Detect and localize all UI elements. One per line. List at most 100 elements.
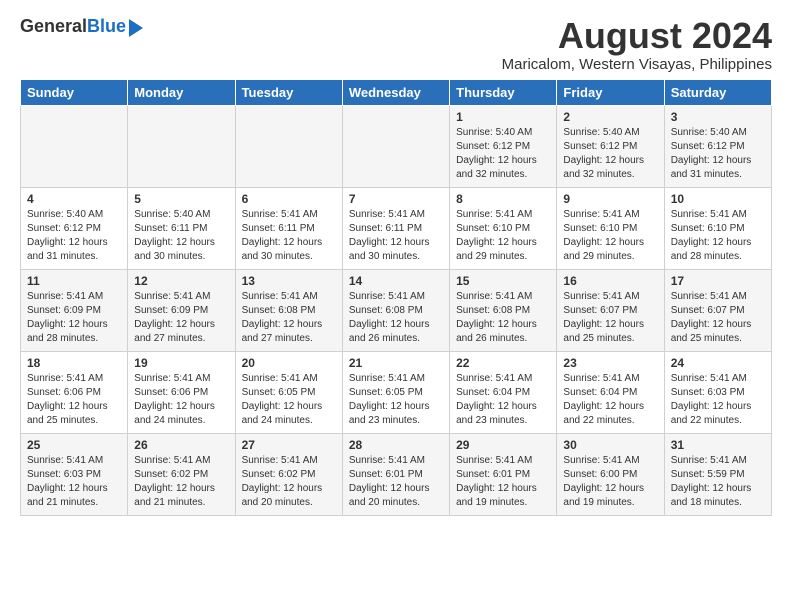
- day-cell: 16 Sunrise: 5:41 AM Sunset: 6:07 PM Dayli…: [557, 269, 664, 351]
- day-info: Sunrise: 5:41 AM Sunset: 6:07 PM Dayligh…: [563, 290, 657, 346]
- day-number: 21: [349, 356, 443, 370]
- day-info: Sunrise: 5:41 AM Sunset: 6:06 PM Dayligh…: [134, 372, 228, 428]
- day-info: Sunrise: 5:41 AM Sunset: 6:03 PM Dayligh…: [671, 372, 765, 428]
- logo-general: General: [20, 16, 87, 37]
- day-info: Sunrise: 5:40 AM Sunset: 6:12 PM Dayligh…: [27, 208, 121, 264]
- day-cell: 2 Sunrise: 5:40 AM Sunset: 6:12 PM Daylig…: [557, 105, 664, 187]
- day-number: 16: [563, 274, 657, 288]
- day-number: 13: [242, 274, 336, 288]
- day-cell: 17 Sunrise: 5:41 AM Sunset: 6:07 PM Dayli…: [664, 269, 771, 351]
- header-cell-monday: Monday: [128, 79, 235, 105]
- day-cell: 13 Sunrise: 5:41 AM Sunset: 6:08 PM Dayli…: [235, 269, 342, 351]
- day-number: 9: [563, 192, 657, 206]
- day-cell: 20Sunrise: 5:41 AM Sunset: 6:05 PM Dayli…: [235, 351, 342, 433]
- day-number: 30: [563, 438, 657, 452]
- day-info: Sunrise: 5:40 AM Sunset: 6:12 PM Dayligh…: [456, 126, 550, 182]
- day-number: 10: [671, 192, 765, 206]
- day-number: 1: [456, 110, 550, 124]
- day-number: 14: [349, 274, 443, 288]
- day-cell: 3 Sunrise: 5:40 AM Sunset: 6:12 PM Daylig…: [664, 105, 771, 187]
- day-number: 12: [134, 274, 228, 288]
- day-info: Sunrise: 5:41 AM Sunset: 6:10 PM Dayligh…: [563, 208, 657, 264]
- day-info: Sunrise: 5:41 AM Sunset: 6:09 PM Dayligh…: [27, 290, 121, 346]
- day-info: Sunrise: 5:41 AM Sunset: 6:02 PM Dayligh…: [134, 454, 228, 510]
- logo-blue: Blue: [87, 16, 126, 37]
- day-cell: 26Sunrise: 5:41 AM Sunset: 6:02 PM Dayli…: [128, 433, 235, 515]
- day-cell: 5 Sunrise: 5:40 AM Sunset: 6:11 PM Daylig…: [128, 187, 235, 269]
- month-year-title: August 2024: [502, 16, 772, 56]
- day-number: 24: [671, 356, 765, 370]
- page: General Blue August 2024 Maricalom, West…: [0, 0, 792, 526]
- day-cell: 22 Sunrise: 5:41 AM Sunset: 6:04 PM Dayli…: [450, 351, 557, 433]
- day-number: 6: [242, 192, 336, 206]
- day-info: Sunrise: 5:41 AM Sunset: 6:00 PM Dayligh…: [563, 454, 657, 510]
- day-info: Sunrise: 5:41 AM Sunset: 6:06 PM Dayligh…: [27, 372, 121, 428]
- day-info: Sunrise: 5:41 AM Sunset: 6:01 PM Dayligh…: [349, 454, 443, 510]
- day-cell: 30 Sunrise: 5:41 AM Sunset: 6:00 PM Dayli…: [557, 433, 664, 515]
- day-info: Sunrise: 5:41 AM Sunset: 6:05 PM Dayligh…: [349, 372, 443, 428]
- day-info: Sunrise: 5:41 AM Sunset: 6:08 PM Dayligh…: [242, 290, 336, 346]
- logo-text: General Blue: [20, 16, 143, 37]
- day-cell: 29Sunrise: 5:41 AM Sunset: 6:01 PM Dayli…: [450, 433, 557, 515]
- day-number: 28: [349, 438, 443, 452]
- day-number: 7: [349, 192, 443, 206]
- day-info: Sunrise: 5:41 AM Sunset: 6:05 PM Dayligh…: [242, 372, 336, 428]
- day-number: 3: [671, 110, 765, 124]
- day-info: Sunrise: 5:41 AM Sunset: 6:11 PM Dayligh…: [349, 208, 443, 264]
- header-cell-thursday: Thursday: [450, 79, 557, 105]
- day-cell: 1 Sunrise: 5:40 AM Sunset: 6:12 PM Daylig…: [450, 105, 557, 187]
- day-cell: [128, 105, 235, 187]
- day-number: 4: [27, 192, 121, 206]
- header-row: SundayMondayTuesdayWednesdayThursdayFrid…: [21, 79, 772, 105]
- week-row-4: 18 Sunrise: 5:41 AM Sunset: 6:06 PM Dayli…: [21, 351, 772, 433]
- day-info: Sunrise: 5:41 AM Sunset: 6:02 PM Dayligh…: [242, 454, 336, 510]
- week-row-3: 11 Sunrise: 5:41 AM Sunset: 6:09 PM Dayli…: [21, 269, 772, 351]
- calendar-header: SundayMondayTuesdayWednesdayThursdayFrid…: [21, 79, 772, 105]
- header: General Blue August 2024 Maricalom, West…: [20, 16, 772, 73]
- day-cell: 28 Sunrise: 5:41 AM Sunset: 6:01 PM Dayli…: [342, 433, 449, 515]
- day-info: Sunrise: 5:40 AM Sunset: 6:12 PM Dayligh…: [563, 126, 657, 182]
- day-cell: 19 Sunrise: 5:41 AM Sunset: 6:06 PM Dayli…: [128, 351, 235, 433]
- day-cell: 18 Sunrise: 5:41 AM Sunset: 6:06 PM Dayli…: [21, 351, 128, 433]
- day-info: Sunrise: 5:41 AM Sunset: 6:08 PM Dayligh…: [456, 290, 550, 346]
- day-info: Sunrise: 5:41 AM Sunset: 6:01 PM Dayligh…: [456, 454, 550, 510]
- day-number: 17: [671, 274, 765, 288]
- header-cell-sunday: Sunday: [21, 79, 128, 105]
- day-info: Sunrise: 5:41 AM Sunset: 6:11 PM Dayligh…: [242, 208, 336, 264]
- day-info: Sunrise: 5:40 AM Sunset: 6:11 PM Dayligh…: [134, 208, 228, 264]
- day-cell: 8 Sunrise: 5:41 AM Sunset: 6:10 PM Daylig…: [450, 187, 557, 269]
- day-number: 18: [27, 356, 121, 370]
- day-number: 11: [27, 274, 121, 288]
- day-cell: 15Sunrise: 5:41 AM Sunset: 6:08 PM Dayli…: [450, 269, 557, 351]
- day-number: 31: [671, 438, 765, 452]
- week-row-1: 1 Sunrise: 5:40 AM Sunset: 6:12 PM Daylig…: [21, 105, 772, 187]
- day-cell: 25 Sunrise: 5:41 AM Sunset: 6:03 PM Dayli…: [21, 433, 128, 515]
- day-number: 25: [27, 438, 121, 452]
- day-cell: 6 Sunrise: 5:41 AM Sunset: 6:11 PM Daylig…: [235, 187, 342, 269]
- day-info: Sunrise: 5:41 AM Sunset: 6:03 PM Dayligh…: [27, 454, 121, 510]
- day-cell: 7 Sunrise: 5:41 AM Sunset: 6:11 PM Daylig…: [342, 187, 449, 269]
- day-number: 8: [456, 192, 550, 206]
- day-info: Sunrise: 5:41 AM Sunset: 6:07 PM Dayligh…: [671, 290, 765, 346]
- day-cell: 9 Sunrise: 5:41 AM Sunset: 6:10 PM Daylig…: [557, 187, 664, 269]
- day-cell: 31 Sunrise: 5:41 AM Sunset: 5:59 PM Dayli…: [664, 433, 771, 515]
- day-cell: 24 Sunrise: 5:41 AM Sunset: 6:03 PM Dayli…: [664, 351, 771, 433]
- day-cell: 14Sunrise: 5:41 AM Sunset: 6:08 PM Dayli…: [342, 269, 449, 351]
- day-info: Sunrise: 5:41 AM Sunset: 6:10 PM Dayligh…: [456, 208, 550, 264]
- day-number: 5: [134, 192, 228, 206]
- title-section: August 2024 Maricalom, Western Visayas, …: [502, 16, 772, 73]
- day-number: 22: [456, 356, 550, 370]
- day-info: Sunrise: 5:40 AM Sunset: 6:12 PM Dayligh…: [671, 126, 765, 182]
- day-info: Sunrise: 5:41 AM Sunset: 5:59 PM Dayligh…: [671, 454, 765, 510]
- day-cell: 23Sunrise: 5:41 AM Sunset: 6:04 PM Dayli…: [557, 351, 664, 433]
- day-number: 2: [563, 110, 657, 124]
- header-cell-friday: Friday: [557, 79, 664, 105]
- logo: General Blue: [20, 16, 143, 37]
- day-info: Sunrise: 5:41 AM Sunset: 6:04 PM Dayligh…: [456, 372, 550, 428]
- logo-arrow-icon: [129, 19, 143, 37]
- day-cell: 4 Sunrise: 5:40 AM Sunset: 6:12 PM Daylig…: [21, 187, 128, 269]
- day-cell: [21, 105, 128, 187]
- header-cell-saturday: Saturday: [664, 79, 771, 105]
- day-number: 19: [134, 356, 228, 370]
- day-number: 23: [563, 356, 657, 370]
